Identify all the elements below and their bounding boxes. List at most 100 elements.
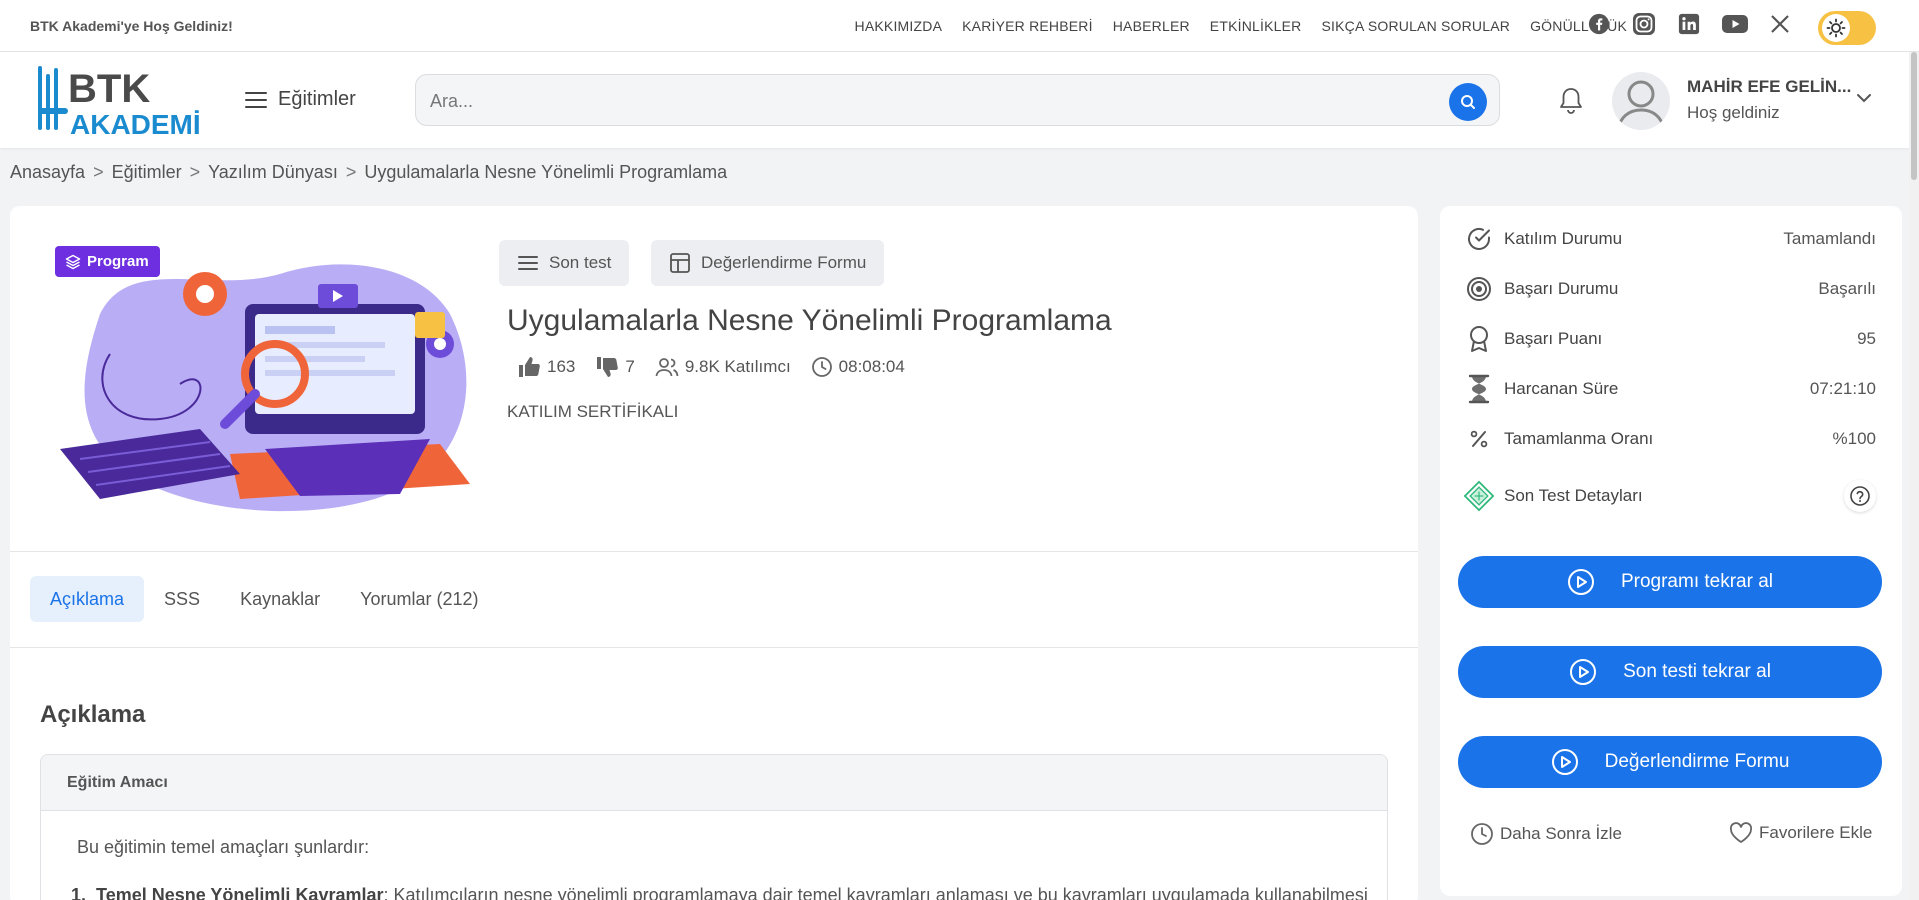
hourglass-icon	[1464, 374, 1494, 404]
watch-later-label: Daha Sonra İzle	[1500, 824, 1622, 843]
x-icon[interactable]	[1770, 14, 1790, 34]
like-count: 163	[547, 357, 576, 376]
breadcrumb-current: Uygulamalarla Nesne Yönelimli Programlam…	[364, 162, 728, 182]
chevron-down-icon[interactable]	[1855, 92, 1873, 104]
search-input[interactable]	[430, 87, 1410, 115]
instagram-icon[interactable]	[1632, 12, 1656, 36]
course-stats: 163 7 9.8K Katılımcı 08:08:04	[517, 356, 905, 378]
description-heading: Açıklama	[40, 701, 146, 728]
users-icon	[655, 358, 679, 377]
nav-about[interactable]: HAKKIMIZDA	[855, 18, 943, 34]
participants-count: 9.8K Katılımcı	[684, 357, 791, 376]
sidebar-evaluation-form-label: Değerlendirme Formu	[1604, 751, 1790, 772]
nav-news[interactable]: HABERLER	[1113, 18, 1190, 34]
add-to-favorites-link[interactable]: Favorilere Ekle	[1729, 822, 1872, 844]
clock-icon	[811, 357, 832, 377]
search-icon	[1461, 95, 1475, 109]
duration-stat: 08:08:04	[811, 356, 905, 378]
breadcrumb-trainings[interactable]: Eğitimler	[112, 162, 182, 183]
layers-icon	[65, 254, 81, 270]
hamburger-icon	[245, 91, 267, 108]
sidebar-evaluation-form-button[interactable]: Değerlendirme Formu	[1458, 736, 1882, 788]
score-row: Başarı Puanı 95	[1464, 322, 1876, 356]
linkedin-icon[interactable]	[1678, 13, 1700, 35]
like-button[interactable]: 163	[517, 356, 575, 378]
final-test-button[interactable]: Son test	[499, 240, 630, 286]
avatar[interactable]	[1612, 72, 1670, 130]
row-value: %100	[1832, 429, 1876, 448]
course-title: Uygulamalarla Nesne Yönelimli Programlam…	[507, 304, 1112, 337]
social-links	[1588, 12, 1790, 36]
row-label: Başarı Puanı	[1504, 329, 1603, 348]
search-button[interactable]	[1449, 83, 1487, 121]
nav-faq[interactable]: SIKÇA SORULAN SORULAR	[1321, 18, 1510, 34]
row-label: Tamamlanma Oranı	[1504, 429, 1654, 448]
tab-comments[interactable]: Yorumlar (212)	[340, 576, 498, 622]
row-value: Başarılı	[1818, 279, 1876, 298]
theme-toggle[interactable]	[1818, 11, 1876, 45]
course-tabs: Açıklama SSS Kaynaklar Yorumlar (212)	[30, 576, 499, 622]
certificate-label: KATILIM SERTİFİKALI	[507, 402, 679, 421]
nav-events[interactable]: ETKİNLİKLER	[1210, 18, 1302, 34]
breadcrumb-separator: >	[345, 162, 357, 182]
retake-program-label: Programı tekrar al	[1620, 571, 1774, 592]
breadcrumb-home[interactable]: Anasayfa	[10, 162, 85, 183]
page-scrollbar[interactable]	[1909, 52, 1919, 900]
youtube-icon[interactable]	[1722, 14, 1748, 34]
main-header: BTK AKADEMİ Eğitimler MAHİR EFE GELİN...…	[0, 52, 1919, 148]
participants-stat: 9.8K Katılımcı	[655, 357, 791, 377]
row-label: Katılım Durumu	[1504, 229, 1623, 248]
user-greeting: Hoş geldiniz	[1687, 103, 1780, 122]
play-circle-icon	[1570, 659, 1597, 685]
user-name[interactable]: MAHİR EFE GELİN...	[1687, 77, 1851, 97]
evaluation-form-button[interactable]: Değerlendirme Formu	[651, 240, 885, 286]
accordion-title[interactable]: Eğitim Amacı	[41, 755, 1387, 811]
dislike-button[interactable]: 7	[595, 356, 635, 378]
facebook-icon[interactable]	[1588, 13, 1610, 35]
thumbs-down-icon	[597, 357, 619, 377]
completion-rate-row: Tamamlanma Oranı %100	[1464, 422, 1876, 456]
divider	[10, 647, 1418, 648]
percent-icon	[1464, 424, 1494, 454]
test-details-icon	[1464, 480, 1494, 512]
scrollbar-thumb[interactable]	[1911, 52, 1917, 180]
trainings-menu-button[interactable]: Eğitimler	[244, 88, 356, 111]
dislike-count: 7	[625, 357, 635, 376]
watch-later-link[interactable]: Daha Sonra İzle	[1470, 822, 1622, 846]
training-goal-accordion: Eğitim Amacı Bu eğitimin temel amaçları …	[40, 754, 1388, 900]
svg-text:BTK: BTK	[68, 67, 150, 111]
heart-icon	[1729, 822, 1753, 843]
help-icon[interactable]	[1844, 480, 1876, 512]
btk-logo[interactable]: BTK AKADEMİ	[36, 64, 216, 143]
sun-icon	[1822, 14, 1850, 42]
search-box	[415, 74, 1500, 126]
list-icon	[518, 256, 538, 270]
award-icon	[1464, 324, 1494, 354]
final-test-details-row[interactable]: Son Test Detayları	[1464, 476, 1876, 516]
row-value: 07:21:10	[1809, 379, 1876, 398]
time-spent-row: Harcanan Süre 07:21:10	[1464, 372, 1876, 406]
tab-faq[interactable]: SSS	[144, 576, 220, 622]
add-to-favorites-label: Favorilere Ekle	[1759, 823, 1873, 842]
svg-text:AKADEMİ: AKADEMİ	[70, 109, 201, 138]
tab-description[interactable]: Açıklama	[30, 576, 145, 622]
bell-icon[interactable]	[1557, 86, 1585, 116]
play-circle-icon	[1551, 749, 1578, 775]
breadcrumb: Anasayfa > Eğitimler > Yazılım Dünyası >…	[10, 162, 727, 183]
row-value: Tamamlandı	[1783, 229, 1876, 248]
goal-text: : Katılımcıların nesne yönelimli program…	[383, 885, 1368, 900]
play-circle-icon	[1567, 569, 1594, 595]
goal-title: Temel Nesne Yönelimli Kavramlar	[96, 885, 384, 900]
bottom-links: Daha Sonra İzle Favorilere Ekle	[1440, 822, 1902, 852]
breadcrumb-category[interactable]: Yazılım Dünyası	[208, 162, 338, 183]
tab-resources[interactable]: Kaynaklar	[220, 576, 340, 622]
top-nav: HAKKIMIZDA KARİYER REHBERİ HABERLER ETKİ…	[855, 18, 1627, 34]
program-badge: Program	[55, 246, 160, 277]
retake-program-button[interactable]: Programı tekrar al	[1458, 556, 1882, 608]
goal-item: 1. Temel Nesne Yönelimli Kavramlar: Katı…	[71, 885, 1368, 900]
retake-final-test-button[interactable]: Son testi tekrar al	[1458, 646, 1882, 698]
welcome-text: BTK Akademi'ye Hoş Geldiniz!	[30, 18, 233, 34]
nav-career-guide[interactable]: KARİYER REHBERİ	[962, 18, 1093, 34]
row-label: Başarı Durumu	[1504, 279, 1619, 298]
course-duration: 08:08:04	[838, 357, 905, 376]
